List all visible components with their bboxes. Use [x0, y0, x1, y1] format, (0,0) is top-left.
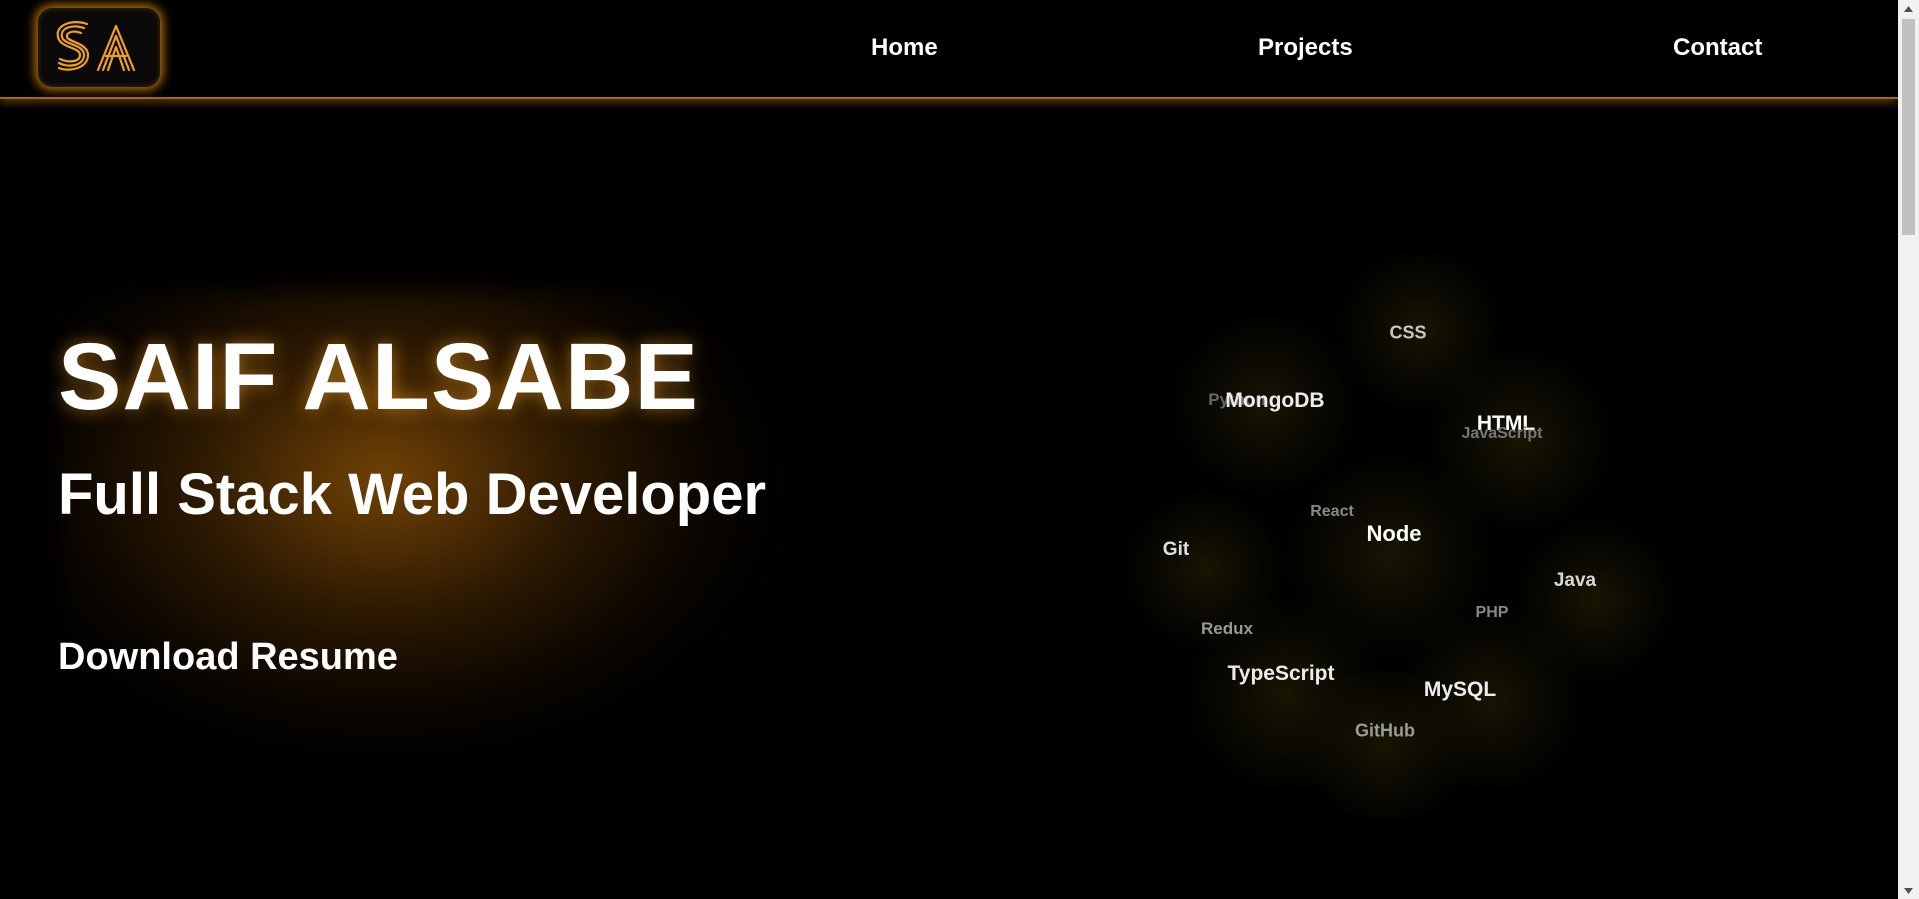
skill-tag-mongodb[interactable]: MongoDB [1225, 389, 1324, 413]
skill-tag-php[interactable]: PHP [1476, 604, 1509, 622]
skill-tag-github[interactable]: GitHub [1355, 721, 1415, 742]
download-resume-button[interactable]: Download Resume [58, 636, 398, 679]
skill-tag-git[interactable]: Git [1163, 539, 1189, 561]
skill-tag-css[interactable]: CSS [1389, 323, 1426, 344]
logo[interactable] [38, 8, 160, 87]
hero-name: SAIF ALSABE [58, 324, 699, 430]
skill-tag-react[interactable]: React [1310, 503, 1354, 521]
skill-tag-typescript[interactable]: TypeScript [1228, 662, 1335, 686]
skill-tag-mysql[interactable]: MySQL [1424, 678, 1496, 702]
hero-subtitle: Full Stack Web Developer [58, 462, 767, 527]
triangle-up-icon [1904, 5, 1913, 12]
top-navbar: Home Projects Contact [0, 0, 1898, 99]
nav-projects-link[interactable]: Projects [1258, 34, 1353, 62]
nav-contact-link[interactable]: Contact [1673, 34, 1762, 62]
skills-cloud: CSS Python MongoDB HTML JavaScript React… [1100, 250, 1680, 820]
nav-home-link[interactable]: Home [871, 34, 938, 62]
skill-tag-java[interactable]: Java [1554, 570, 1596, 592]
scroll-down-arrow[interactable] [1898, 882, 1919, 899]
scroll-up-arrow[interactable] [1898, 0, 1919, 17]
skill-tag-node[interactable]: Node [1367, 521, 1422, 547]
logo-mark-icon [56, 20, 136, 71]
page: Home Projects Contact SAIF ALSABE Full S… [0, 0, 1919, 899]
skill-tag-javascript[interactable]: JavaScript [1462, 425, 1543, 443]
scroll-thumb[interactable] [1902, 19, 1915, 235]
vertical-scrollbar[interactable] [1898, 0, 1919, 899]
triangle-down-icon [1904, 887, 1913, 894]
skill-tag-redux[interactable]: Redux [1201, 619, 1253, 639]
